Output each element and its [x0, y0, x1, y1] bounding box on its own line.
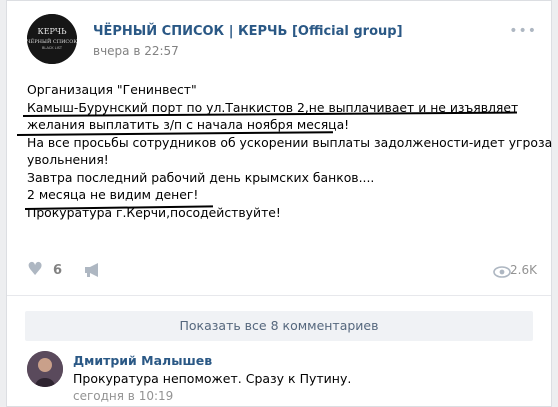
heart-icon[interactable]: ♥: [27, 261, 43, 279]
eye-icon: [493, 263, 511, 282]
comment-avatar-image: [27, 351, 63, 387]
post-line: увольнения!: [27, 152, 109, 167]
group-avatar-image: КЕРЧЬ ЧЁРНЫЙ СПИСОК BLACK LIST: [27, 14, 77, 64]
megaphone-icon[interactable]: [83, 261, 103, 283]
comment-author-link[interactable]: Дмитрий Малышев: [73, 353, 212, 368]
avatar-title: КЕРЧЬ: [38, 27, 68, 36]
avatar-small-text: BLACK LIST: [42, 46, 63, 50]
post-text: Организация "Генинвест" Камыш-Бурунский …: [27, 81, 553, 221]
comment-text: Прокуратура непоможет. Сразу к Путину.: [73, 371, 352, 386]
group-name-link[interactable]: ЧЁРНЫЙ СПИСОК | КЕРЧЬ [Official group]: [93, 24, 403, 39]
avatar[interactable]: [27, 351, 63, 387]
post-time[interactable]: вчера в 22:57: [93, 44, 179, 58]
views-count: 2.6K: [510, 263, 537, 277]
post-line: Завтра последний рабочий день крымских б…: [27, 169, 375, 185]
divider: [7, 295, 551, 296]
more-dots-icon[interactable]: •••: [509, 23, 537, 39]
comment-time[interactable]: сегодня в 10:19: [73, 389, 173, 403]
avatar-subtitle: ЧЁРНЫЙ СПИСОК: [27, 37, 77, 45]
wall-post: КЕРЧЬ ЧЁРНЫЙ СПИСОК BLACK LIST ЧЁРНЫЙ СП…: [6, 0, 552, 407]
group-avatar[interactable]: КЕРЧЬ ЧЁРНЫЙ СПИСОК BLACK LIST: [27, 14, 77, 64]
like-count[interactable]: 6: [53, 263, 62, 278]
post-line: Организация "Генинвест": [27, 82, 197, 97]
post-actions: ♥ 6 2.6K: [27, 259, 537, 281]
post-line: 2 месяца не видим денег!: [27, 187, 199, 202]
post-line: На все просьбы сотрудников об ускорении …: [27, 134, 553, 150]
show-all-comments-button[interactable]: Показать все 8 комментариев: [25, 311, 533, 341]
